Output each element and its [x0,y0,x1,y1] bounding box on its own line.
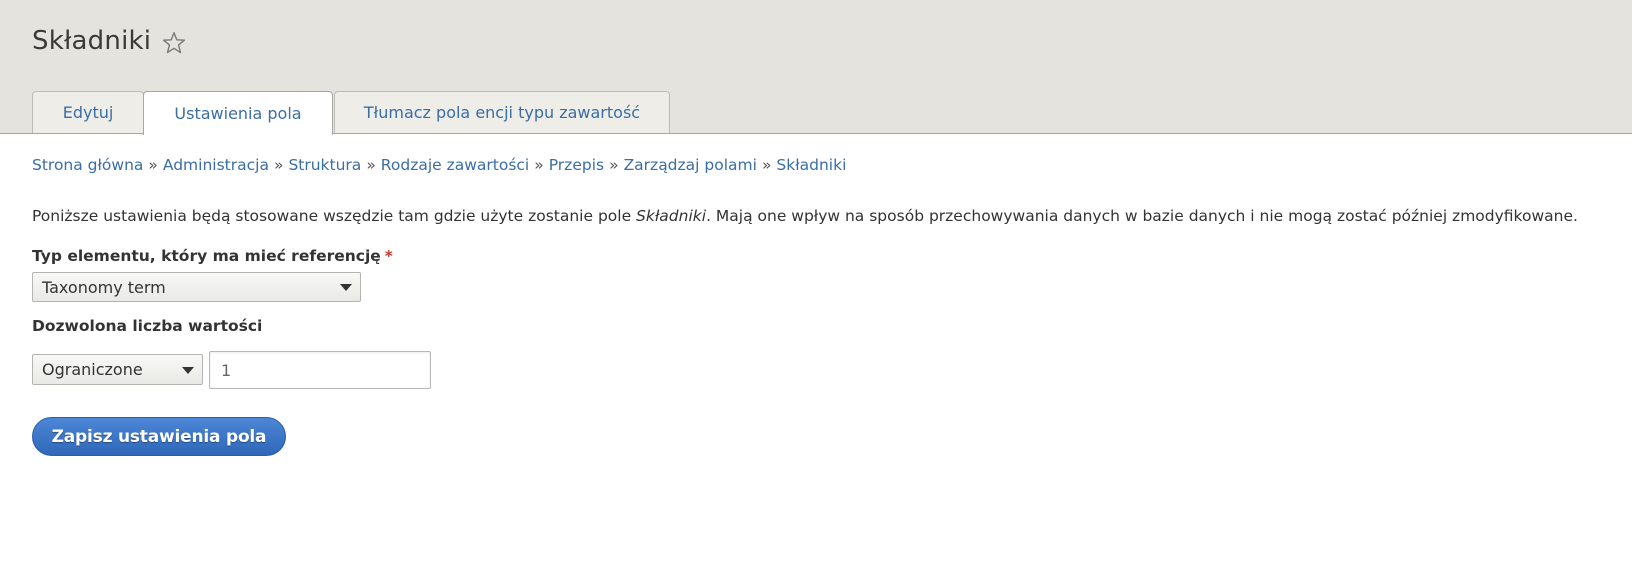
target-type-label-text: Typ elementu, który ma mieć referencję [32,247,381,265]
target-type-label: Typ elementu, który ma mieć referencję * [32,247,393,265]
breadcrumb-separator: » [366,156,376,174]
description-text-end: . Mają one wpływ na sposób przechowywani… [706,207,1578,225]
tab-label: Ustawienia pola [174,104,302,123]
breadcrumb-administration[interactable]: Administracja [163,156,269,174]
save-field-settings-button[interactable]: Zapisz ustawienia pola [32,417,286,456]
breadcrumb-recipe[interactable]: Przepis [549,156,604,174]
cardinality-value: Ograniczone [42,360,143,379]
caret-down-icon [340,284,352,291]
page-header: Składniki Edytuj Ustawienia pola Tłumacz… [0,0,1632,135]
star-icon[interactable] [161,30,187,56]
tab-label: Tłumacz pola encji typu zawartość [363,103,641,122]
page-title: Składniki [32,26,152,56]
breadcrumb-home[interactable]: Strona główna [32,156,143,174]
description-text: Poniższe ustawienia będą stosowane wszęd… [32,207,637,225]
breadcrumb-structure[interactable]: Struktura [288,156,361,174]
tab-label: Edytuj [62,103,114,122]
breadcrumb-separator: » [761,156,772,174]
tab-translate[interactable]: Tłumacz pola encji typu zawartość [334,91,670,133]
tab-edit[interactable]: Edytuj [32,91,144,133]
target-type-select[interactable]: Taxonomy term [32,272,361,302]
breadcrumb-separator: » [273,156,284,174]
breadcrumb-separator: » [534,156,544,174]
cardinality-label: Dozwolona liczba wartości [32,317,263,335]
breadcrumb-separator: » [148,156,158,174]
caret-down-icon [182,366,194,374]
cardinality-select[interactable]: Ograniczone [32,354,203,385]
breadcrumb: Strona główna» Administracja» Struktura» Ro… [32,156,846,174]
tab-field-settings[interactable]: Ustawienia pola [143,91,333,135]
breadcrumb-separator: » [609,156,619,174]
field-settings-description: Poniższe ustawienia będą stosowane wszęd… [32,207,1578,225]
breadcrumb-content-types[interactable]: Rodzaje zawartości [381,156,529,174]
target-type-value: Taxonomy term [42,277,166,297]
required-marker: * [384,247,393,265]
breadcrumb-ingredients[interactable]: Składniki [776,156,846,174]
breadcrumb-manage-fields[interactable]: Zarządzaj polami [624,156,757,174]
cardinality-number-input[interactable] [209,351,431,389]
description-field-name: Składniki [636,207,707,225]
